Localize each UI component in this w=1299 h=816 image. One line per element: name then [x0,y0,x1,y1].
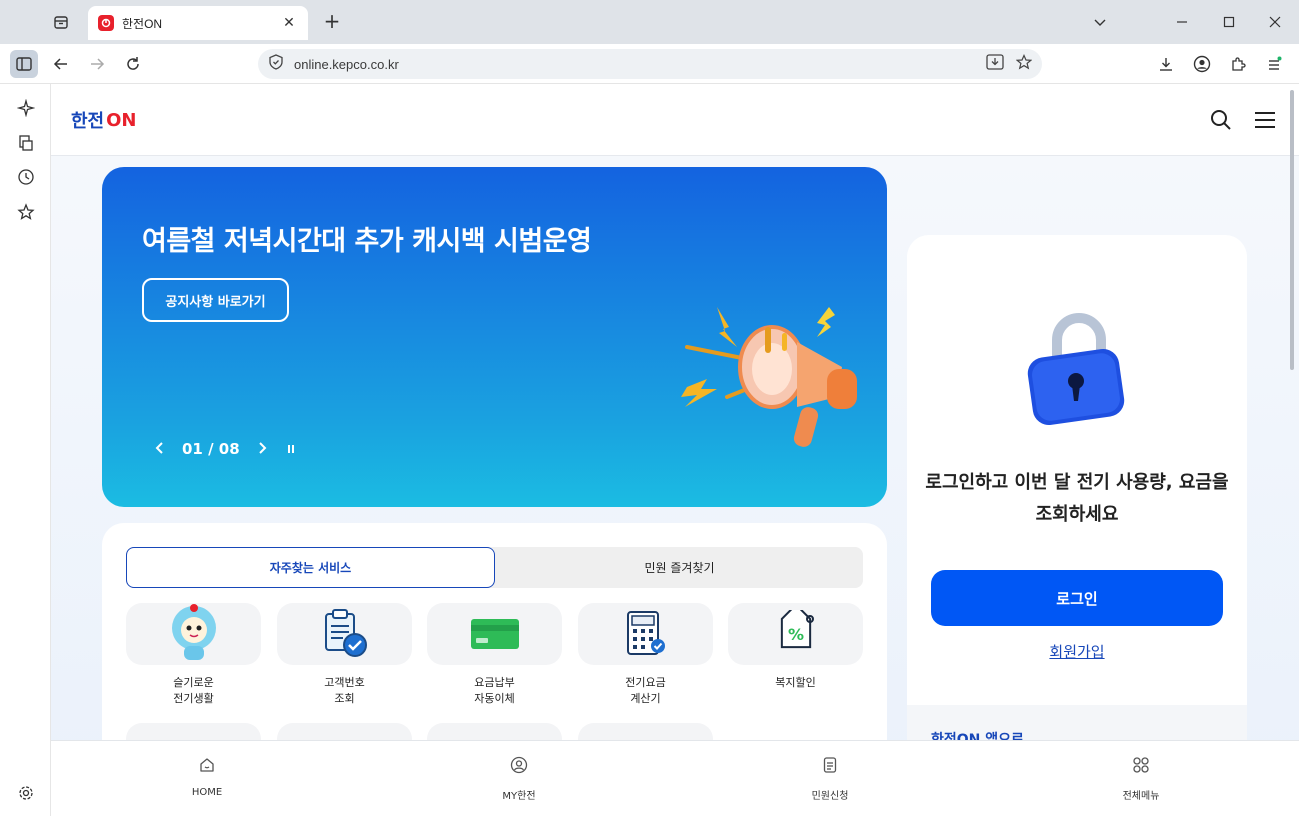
service-label-line2: 계산기 [630,692,661,705]
tab-favorite-complaints[interactable]: 민원 즐겨찾기 [495,547,864,588]
search-icon[interactable] [1207,106,1235,134]
copilot-icon[interactable] [14,96,38,120]
mascot-icon [126,603,261,665]
document-icon [770,753,890,777]
tab-search-icon[interactable] [48,9,74,35]
login-prompt-line1: 로그인하고 이번 달 전기 사용량, 요금을 [925,472,1229,493]
install-app-icon[interactable] [986,54,1004,74]
svg-text:%: % [787,625,803,644]
kepco-favicon-icon [98,15,114,31]
service-auto-payment[interactable]: 요금납부 자동이체 [427,603,562,707]
service-customer-number[interactable]: 고객번호 조회 [277,603,412,707]
next-slide-icon[interactable] [256,440,268,459]
banner-title: 여름철 저녁시간대 추가 캐시백 시범운영 [142,226,592,257]
credit-card-icon [427,603,562,665]
forward-icon[interactable] [83,50,111,78]
service-label-line2: 자동이체 [474,692,515,705]
service-label-line2: 조회 [334,692,355,705]
nav-all-menu[interactable]: 전체메뉴 [1081,753,1201,802]
menu-icon[interactable] [1260,50,1288,78]
login-button[interactable]: 로그인 [931,570,1223,626]
new-tab-button[interactable]: + [320,10,344,34]
calculator-icon [578,603,713,665]
bottom-navigation: HOME MY한전 민원신청 전체메뉴 [51,740,1299,816]
back-icon[interactable] [47,50,75,78]
browser-side-panel [0,84,51,816]
service-label-line2: 전기생활 [173,692,214,705]
reload-icon[interactable] [119,50,147,78]
clipboard-check-icon [277,603,412,665]
signup-link[interactable]: 회원가입 [907,641,1247,662]
logo-on-text: ON [106,109,137,131]
service-label-line1: 요금납부 [474,676,515,689]
url-text: online.kepco.co.kr [294,56,399,72]
user-circle-icon [459,753,579,777]
nav-my-kepco[interactable]: MY한전 [459,753,579,802]
site-info-icon[interactable] [268,54,284,74]
downloads-icon[interactable] [1152,50,1180,78]
site-header: 한전 ON [51,84,1299,156]
minimize-icon[interactable] [1170,10,1194,34]
browser-toolbar: online.kepco.co.kr [0,44,1299,84]
grid-menu-icon [1081,753,1201,777]
browser-tab-bar: 한전ON ✕ + [0,0,1299,44]
service-label-line1: 복지할인 [775,676,816,689]
logo-text: 한전 [71,111,105,132]
kepco-on-logo[interactable]: 한전 ON [71,106,137,134]
nav-home-label: HOME [191,787,223,798]
service-welfare-discount[interactable]: % 복지할인 [728,603,863,691]
promo-banner[interactable]: 여름철 저녁시간대 추가 캐시백 시범운영 공지사항 바로가기 01 / 08 [102,167,887,507]
web-page: 한전 ON 여름철 저녁시간대 추가 캐시백 시범운영 공지사항 바로가기 01 … [51,84,1299,816]
pause-icon[interactable] [286,440,296,459]
service-bill-calculator[interactable]: 전기요금 계산기 [578,603,713,707]
prev-slide-icon[interactable] [154,440,166,459]
nav-my-kepco-label: MY한전 [502,791,536,802]
profile-icon[interactable] [1188,50,1216,78]
notice-shortcut-button[interactable]: 공지사항 바로가기 [142,278,289,322]
service-label-line1: 슬기로운 [173,676,214,689]
address-bar[interactable]: online.kepco.co.kr [258,49,1042,79]
login-card: 로그인하고 이번 달 전기 사용량, 요금을 조회하세요 로그인 회원가입 한전… [907,235,1247,816]
tab-dropdown-icon[interactable] [1088,10,1112,34]
nav-home[interactable]: HOME [147,753,267,798]
close-window-icon[interactable] [1263,10,1287,34]
tab-frequent-services[interactable]: 자주찾는 서비스 [126,547,495,588]
nav-all-menu-label: 전체메뉴 [1122,791,1160,802]
tab-title: 한전ON [122,16,163,31]
page-scrollbar[interactable] [1290,90,1294,370]
services-tabs: 자주찾는 서비스 민원 즐겨찾기 [126,547,863,588]
sidebar-toggle-icon[interactable] [10,50,38,78]
service-label-line1: 전기요금 [625,676,666,689]
nav-civil-request-label: 민원신청 [811,791,849,802]
maximize-icon[interactable] [1217,10,1241,34]
megaphone-illustration [681,307,857,447]
discount-tag-icon: % [728,603,863,665]
nav-civil-request[interactable]: 민원신청 [770,753,890,802]
settings-icon[interactable] [14,781,38,805]
history-icon[interactable] [14,165,38,189]
lock-icon [1027,313,1125,426]
slide-counter: 01 / 08 [182,440,240,458]
tab-close-icon[interactable]: ✕ [280,15,298,31]
browser-tab[interactable]: 한전ON ✕ [88,6,308,40]
extensions-icon[interactable] [1224,50,1252,78]
hamburger-menu-icon[interactable] [1251,106,1279,134]
favorites-icon[interactable] [14,200,38,224]
home-icon [147,753,267,777]
bookmark-star-icon[interactable] [1015,54,1033,74]
login-prompt: 로그인하고 이번 달 전기 사용량, 요금을 조회하세요 [907,467,1247,531]
collections-icon[interactable] [14,131,38,155]
service-label-line1: 고객번호 [324,676,365,689]
banner-pagination: 01 / 08 [154,437,296,461]
service-smart-electric-life[interactable]: 슬기로운 전기생활 [126,603,261,707]
login-prompt-line2: 조회하세요 [1035,504,1119,525]
